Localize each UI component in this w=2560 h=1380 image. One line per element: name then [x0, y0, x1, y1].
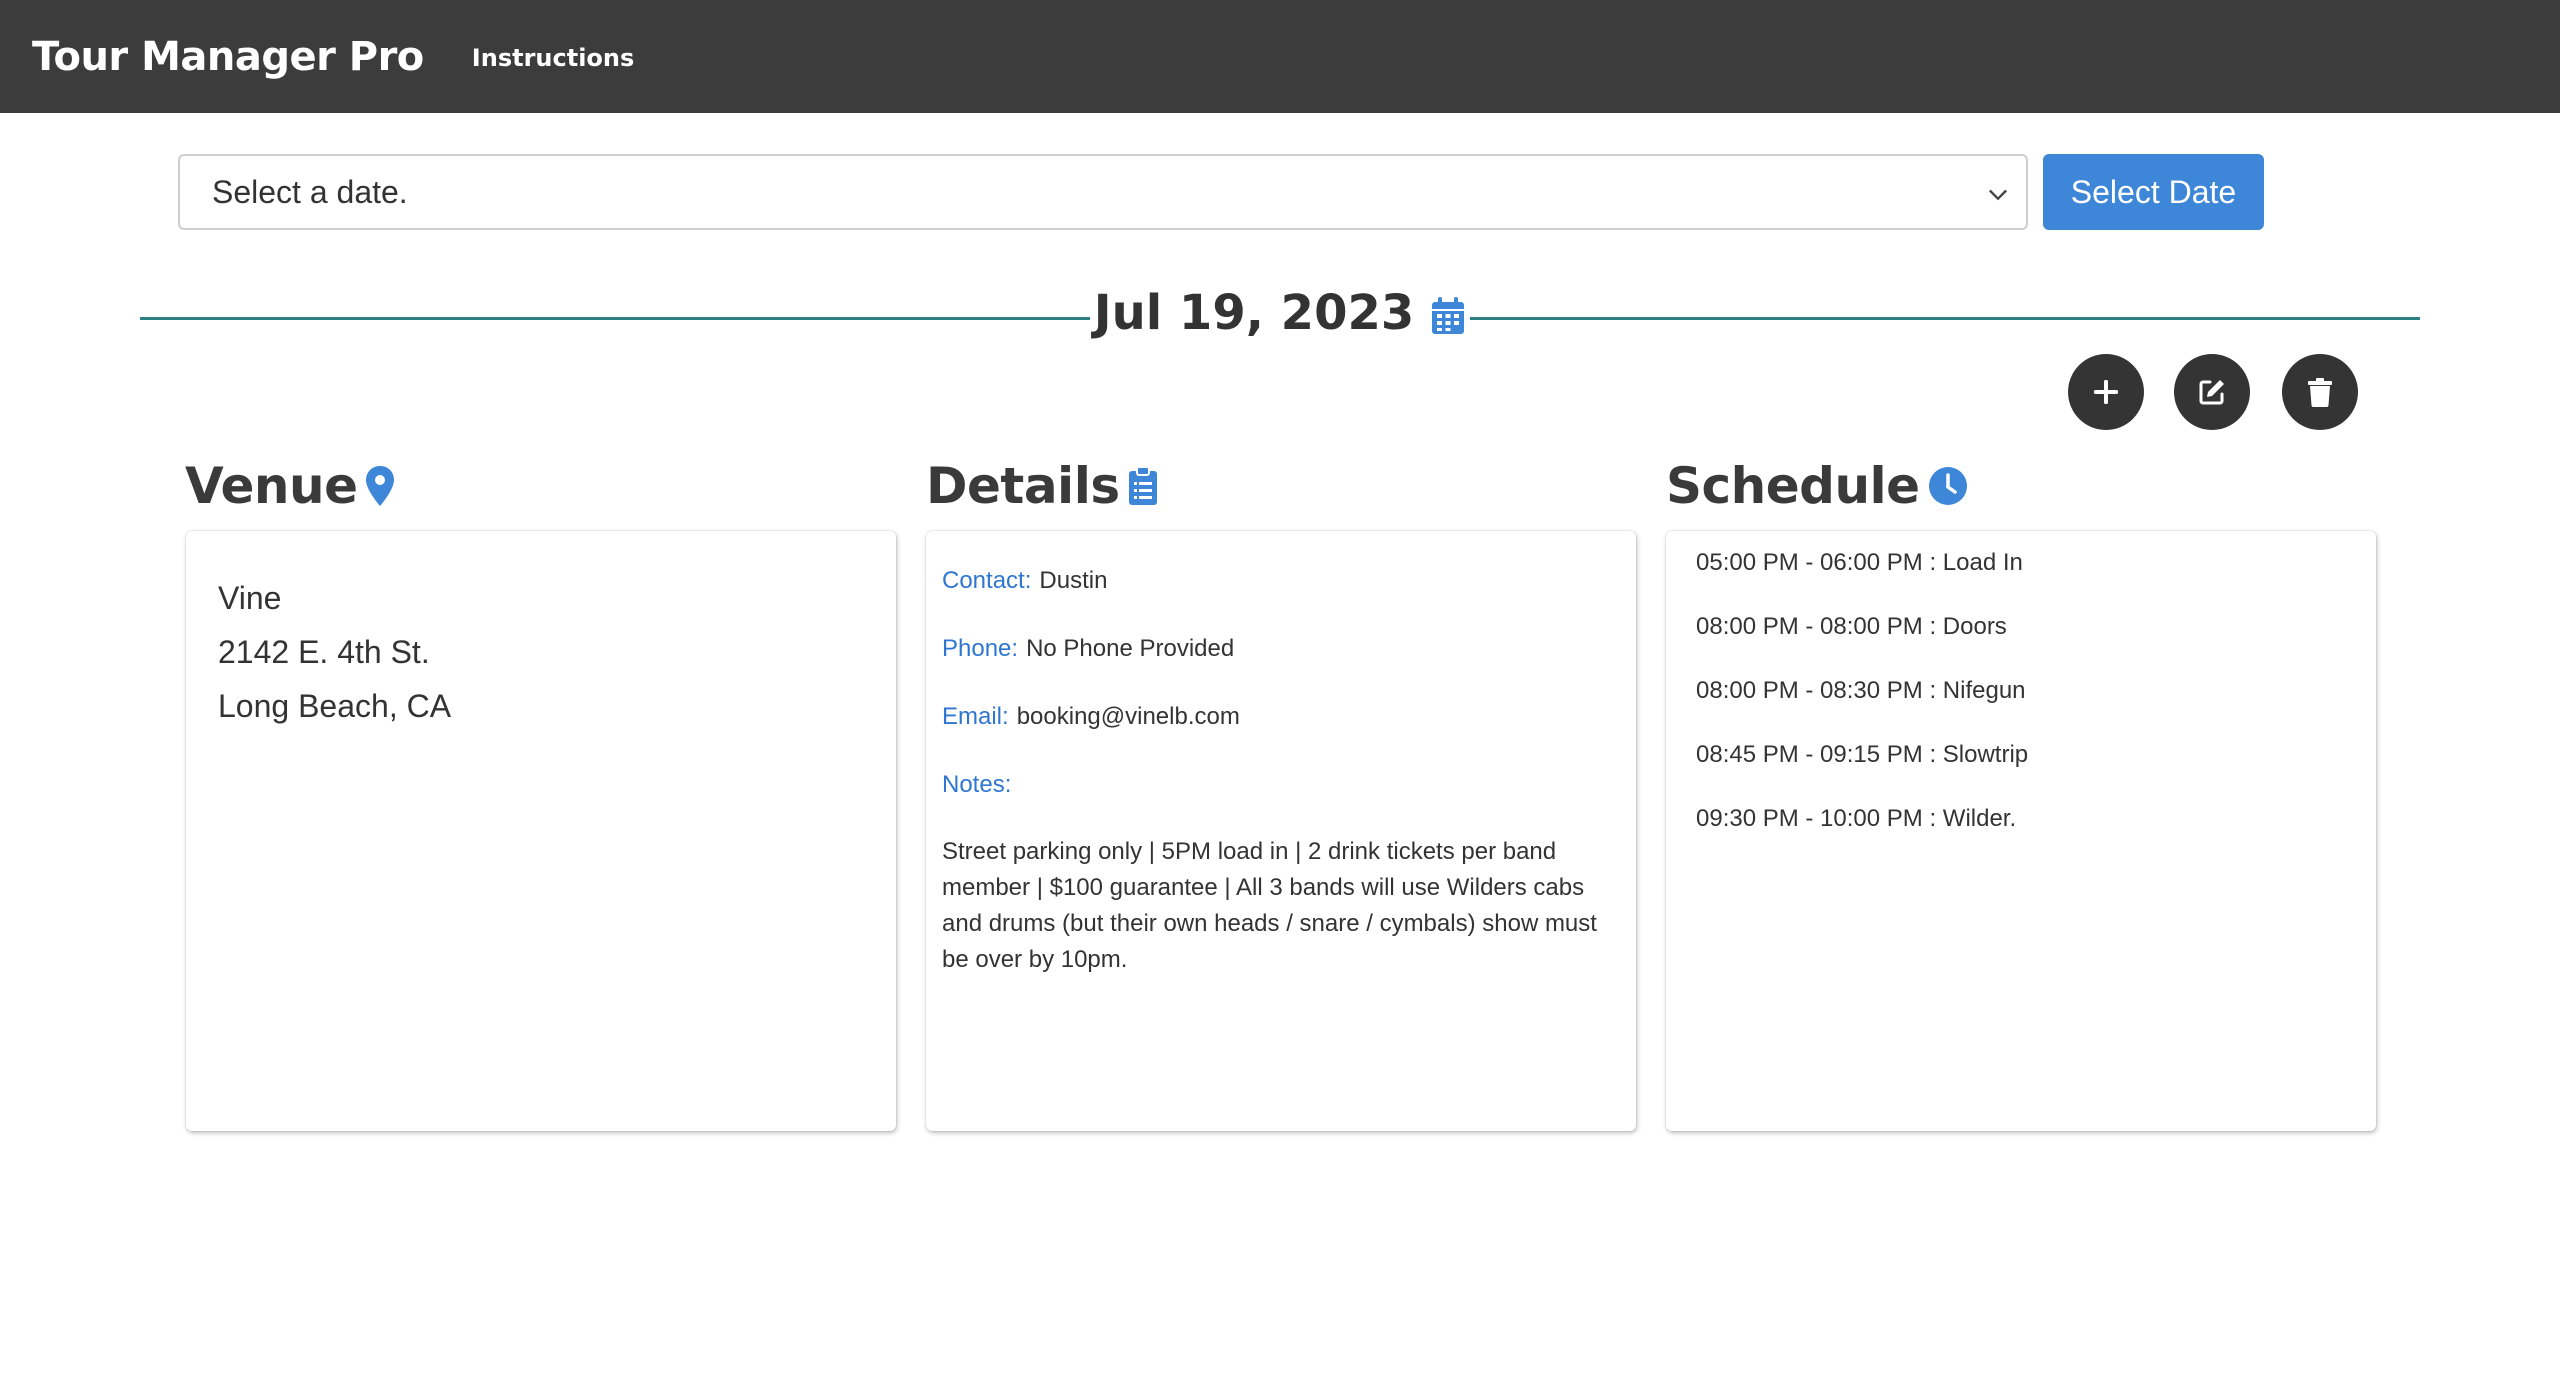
contact-value: Dustin: [1039, 567, 1108, 594]
select-date-button[interactable]: Select Date: [2043, 154, 2264, 230]
add-event-button[interactable]: [2068, 354, 2144, 430]
edit-icon: [2199, 380, 2224, 405]
clipboard-icon: [1128, 466, 1157, 505]
details-card: Contact: Dustin Phone: No Phone Provided E…: [926, 531, 1636, 1131]
email-row: Email: booking@vinelb.com: [942, 703, 1240, 731]
venue-street: 2142 E. 4th St.: [218, 634, 430, 670]
notes-label: Notes:: [942, 771, 1012, 798]
email-value: booking@vinelb.com: [1016, 703, 1240, 730]
date-select-value: Select a date.: [212, 173, 408, 210]
details-heading: Details: [926, 452, 1158, 520]
schedule-item: 09:30 PM - 10:00 PM : Wilder.: [1696, 805, 2017, 832]
details-title: Details: [926, 457, 1120, 515]
contact-label: Contact:: [942, 567, 1032, 594]
phone-row: Phone: No Phone Provided: [942, 635, 1234, 663]
phone-label: Phone:: [942, 635, 1019, 662]
venue-name: Vine: [218, 580, 282, 616]
schedule-heading: Schedule: [1666, 452, 1968, 520]
venue-city: Long Beach, CA: [218, 688, 452, 724]
brand-title[interactable]: Tour Manager Pro: [32, 34, 424, 80]
venue-heading: Venue: [185, 452, 395, 520]
schedule-card: 05:00 PM - 06:00 PM : Load In 08:00 PM -…: [1666, 531, 2376, 1131]
nav-link-instructions[interactable]: Instructions: [472, 44, 634, 72]
map-pin-icon: [366, 466, 395, 506]
email-label: Email:: [942, 703, 1009, 730]
plus-icon: [2094, 380, 2118, 404]
schedule-title: Schedule: [1666, 457, 1920, 515]
date-heading: Jul 19, 2023: [1090, 280, 1470, 346]
schedule-item: 08:00 PM - 08:00 PM : Doors: [1696, 613, 2007, 640]
divider-left: [140, 317, 1090, 320]
navbar: Tour Manager Pro Instructions: [0, 0, 2560, 113]
phone-value: No Phone Provided: [1026, 635, 1235, 662]
clock-icon: [1928, 467, 1967, 505]
venue-address: Vine 2142 E. 4th St. Long Beach, CA: [218, 571, 451, 733]
venue-title: Venue: [185, 457, 358, 515]
divider-right: [1470, 317, 2420, 320]
trash-icon: [2308, 378, 2332, 407]
delete-event-button[interactable]: [2282, 354, 2358, 430]
edit-event-button[interactable]: [2174, 354, 2250, 430]
contact-row: Contact: Dustin: [942, 567, 1107, 595]
notes-row: Notes:: [942, 771, 1019, 799]
date-select-dropdown[interactable]: Select a date.: [178, 154, 2028, 230]
calendar-icon: [1432, 297, 1465, 334]
schedule-item: 05:00 PM - 06:00 PM : Load In: [1696, 549, 2023, 576]
current-date: Jul 19, 2023: [1093, 285, 1415, 341]
schedule-item: 08:00 PM - 08:30 PM : Nifegun: [1696, 677, 2026, 704]
chevron-down-icon: [1989, 189, 2007, 201]
schedule-item: 08:45 PM - 09:15 PM : Slowtrip: [1696, 741, 2029, 768]
venue-card: Vine 2142 E. 4th St. Long Beach, CA: [186, 531, 896, 1131]
notes-text: Street parking only | 5PM load in | 2 dr…: [942, 838, 1597, 973]
